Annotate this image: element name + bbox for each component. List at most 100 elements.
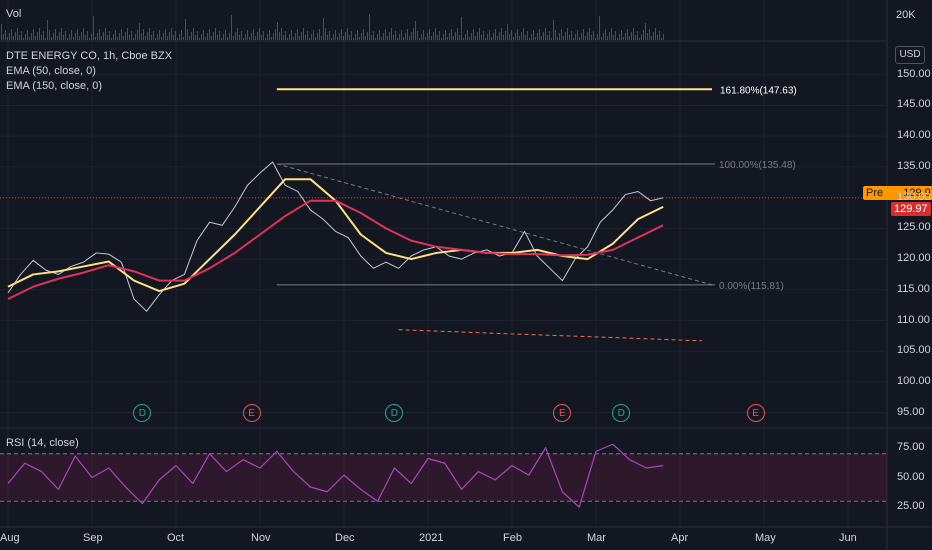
volume-bar [371, 35, 372, 40]
rsi-pane-label[interactable]: RSI (14, close) [6, 437, 79, 449]
time-axis-label: Sep [83, 532, 103, 544]
volume-bar [103, 32, 104, 40]
volume-bar [145, 36, 146, 40]
volume-bar [7, 37, 8, 40]
volume-bar [339, 33, 340, 40]
volume-bar [193, 28, 194, 40]
volume-bar [127, 28, 128, 40]
volume-bar [243, 38, 244, 40]
volume-bar [239, 35, 240, 40]
volume-bar [323, 18, 324, 40]
legend-symbol[interactable]: DTE ENERGY CO, 1h, Cboe BZX [6, 50, 172, 62]
chart-canvas[interactable]: 161.80%(147.63) 100.00%(135.48) 0.00%(115.… [0, 0, 932, 550]
price-axis-label: 145.00 [897, 98, 931, 111]
volume-bar [131, 31, 132, 40]
legend-ema150[interactable]: EMA (150, close, 0) [6, 80, 102, 92]
volume-bar [357, 30, 358, 40]
volume-bar [159, 30, 160, 40]
volume-bar [359, 37, 360, 40]
legend-ema50[interactable]: EMA (50, close, 0) [6, 65, 96, 77]
volume-bar [471, 33, 472, 40]
volume-bar [613, 35, 614, 40]
volume-bar [315, 37, 316, 40]
volume-bar [141, 33, 142, 40]
volume-bar [413, 28, 414, 40]
rsi-axis-label: 50.00 [897, 470, 925, 483]
volume-bar [493, 33, 494, 40]
price-axis-label: 120.00 [897, 252, 931, 265]
volume-bar [423, 30, 424, 40]
time-axis-label: Oct [167, 532, 185, 544]
volume-bar [355, 34, 356, 40]
volume-bar [457, 28, 458, 40]
volume-bar [589, 28, 590, 40]
volume-bar [543, 32, 544, 40]
volume-bar [491, 37, 492, 40]
trend-line[interactable] [276, 163, 713, 286]
volume-bar [395, 31, 396, 40]
volume-bar [441, 38, 442, 40]
volume-bar [333, 34, 334, 40]
volume-bar [153, 31, 154, 40]
volume-bar [161, 37, 162, 40]
volume-bar [241, 31, 242, 40]
volume-bar [183, 37, 184, 40]
volume-bar [561, 29, 562, 40]
volume-bar [93, 16, 94, 40]
volume-bar [503, 35, 504, 40]
volume-bar [587, 32, 588, 40]
volume-bar [595, 38, 596, 40]
volume-bar [41, 35, 42, 40]
volume-bar [381, 37, 382, 40]
volume-bar [331, 38, 332, 40]
fib-label: 100.00%(135.48) [719, 160, 796, 171]
volume-axis-label: 20K [896, 9, 916, 21]
volume-bar [575, 34, 576, 40]
volume-bar [269, 30, 270, 40]
volume-bar [181, 30, 182, 40]
volume-bar [85, 35, 86, 40]
volume-bar [309, 38, 310, 40]
volume-bar [623, 37, 624, 40]
volume-bar [483, 31, 484, 40]
volume-bar [481, 35, 482, 40]
volume-bar [461, 17, 462, 40]
volume-bar [609, 32, 610, 40]
volume-bar [117, 37, 118, 40]
volume-bar [19, 35, 20, 40]
volume-bar [449, 33, 450, 40]
fibonacci-levels[interactable]: 161.80%(147.63) 100.00%(135.48) 0.00%(115.… [276, 85, 797, 292]
projection-line[interactable] [398, 329, 703, 342]
price-axis-label: 105.00 [897, 344, 931, 357]
volume-bar [429, 29, 430, 40]
volume-bar [155, 38, 156, 40]
time-axis-label: Mar [587, 532, 606, 544]
volume-bar [75, 33, 76, 40]
volume-bar [195, 35, 196, 40]
earnings-event-badge[interactable]: E [242, 404, 261, 422]
volume-bar [343, 36, 344, 40]
volume-bar [321, 36, 322, 40]
volume-bar [567, 28, 568, 40]
volume-bar [485, 38, 486, 40]
earnings-event-badge[interactable]: E [746, 404, 765, 422]
time-axis-label: Feb [503, 532, 522, 544]
volume-bar [107, 35, 108, 40]
currency-button[interactable]: USD [895, 46, 925, 64]
volume-bar [445, 30, 446, 40]
volume-bar [341, 29, 342, 40]
volume-bar [649, 29, 650, 40]
volume-bar [89, 38, 90, 40]
volume-bar [59, 32, 60, 40]
volume-bar [611, 28, 612, 40]
volume-bar [537, 33, 538, 40]
volume-bar [211, 36, 212, 40]
volume-bar [259, 28, 260, 40]
volume-bar [91, 34, 92, 40]
volume-bar [215, 28, 216, 40]
volume-bar [139, 23, 140, 40]
volume-bar [583, 29, 584, 40]
volume-bar [113, 34, 114, 40]
volume-bar [657, 35, 658, 40]
volume-bar [97, 33, 98, 40]
